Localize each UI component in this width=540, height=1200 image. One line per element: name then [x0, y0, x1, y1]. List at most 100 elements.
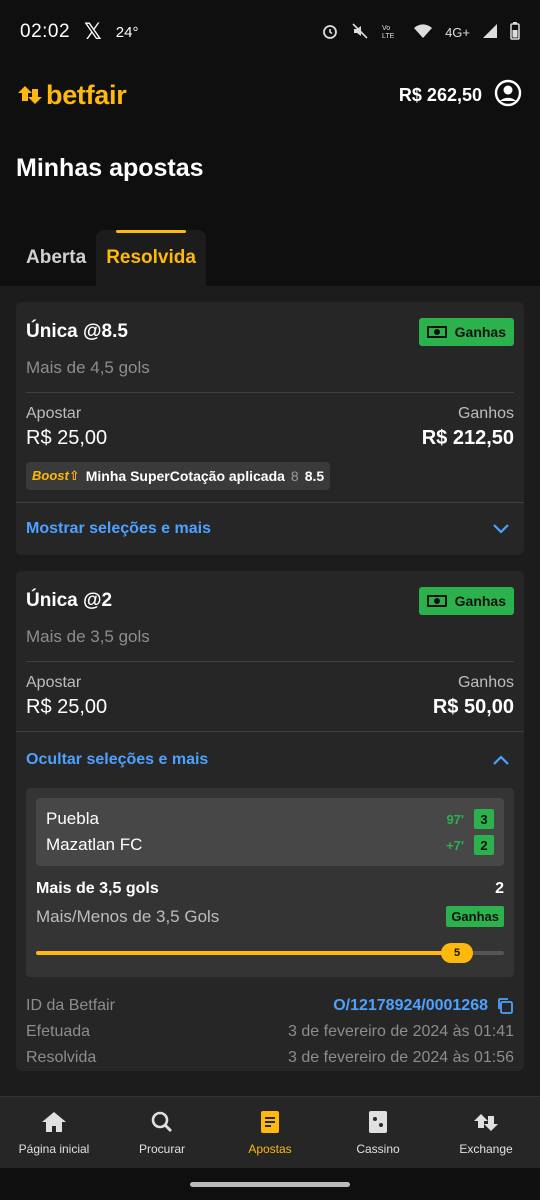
nav-home[interactable]: Página inicial	[0, 1097, 108, 1168]
svg-text:LTE: LTE	[382, 33, 395, 40]
tab-open[interactable]: Aberta	[16, 230, 96, 286]
winnings-value: R$ 50,00	[432, 696, 514, 718]
bet-title: Única @2	[26, 590, 113, 611]
bet-tabs: Aberta Resolvida	[0, 230, 540, 286]
team-row-home: Puebla 97' 3	[46, 806, 494, 832]
network-label: 4G+	[445, 24, 470, 40]
temperature: 24°	[115, 23, 139, 41]
meta-row-id: ID da Betfair O/12178924/0001268	[26, 993, 514, 1019]
meta-label: ID da Betfair	[26, 997, 115, 1014]
match-time: 97'	[446, 811, 464, 827]
cash-icon	[426, 595, 447, 607]
meta-row-placed: Efetuada 3 de fevereiro de 2024 às 01:41	[26, 1019, 514, 1045]
team-name: Puebla	[46, 809, 99, 828]
gesture-area	[0, 1168, 540, 1200]
tab-resolved[interactable]: Resolvida	[96, 230, 206, 286]
nav-label: Página inicial	[18, 1141, 90, 1156]
selection-status-badge: Ganhas	[446, 906, 504, 927]
alarm-icon	[321, 22, 339, 43]
progress-knob: 5	[441, 943, 473, 963]
show-selections-toggle[interactable]: Mostrar seleções e mais	[16, 503, 524, 555]
boost-chip: Boost⇧ Minha SuperCotação aplicada 8 8.5	[26, 462, 331, 490]
scoreboard[interactable]: Puebla 97' 3 Mazatlan FC +7' 2	[36, 798, 504, 866]
nav-label: Cassino	[356, 1141, 400, 1156]
selection-details: Puebla 97' 3 Mazatlan FC +7' 2 Mais de 3…	[26, 788, 514, 977]
team-score: 3	[474, 809, 494, 829]
app-header: betfair R$ 262,50	[0, 64, 540, 126]
toggle-label: Ocultar seleções e mais	[26, 751, 209, 768]
nav-search[interactable]: Procurar	[108, 1097, 216, 1168]
winnings-label: Ganhos	[457, 405, 514, 422]
progress-fill	[36, 951, 457, 955]
copy-icon[interactable]	[496, 997, 514, 1015]
svg-text:Vo: Vo	[382, 25, 390, 32]
status-badge: Ganhas	[418, 318, 514, 346]
search-icon	[151, 1111, 172, 1132]
wifi-icon	[413, 23, 433, 42]
account-icon[interactable]	[494, 79, 522, 112]
x-app-icon: 𝕏	[84, 19, 102, 44]
page-title: Minhas apostas	[16, 154, 204, 182]
betfair-logo[interactable]: betfair	[16, 79, 127, 111]
nav-casino[interactable]: Cassino	[324, 1097, 432, 1168]
boost-new-odds: 8.5	[304, 468, 325, 484]
meta-value: 3 de fevereiro de 2024 às 01:41	[288, 1023, 514, 1040]
winnings-label: Ganhos	[457, 674, 514, 691]
goals-progress-bar: 5	[36, 943, 504, 963]
nav-label: Procurar	[138, 1141, 185, 1156]
market-selection: Mais de 3,5 gols	[36, 880, 159, 897]
betfair-id-link[interactable]: O/12178924/0001268	[333, 997, 514, 1015]
stake-value: R$ 25,00	[26, 427, 108, 449]
bottom-navigation: Página inicial Procurar Apostas Cassino …	[0, 1096, 540, 1168]
cash-icon	[426, 326, 447, 338]
bet-card: Única @2 Ganhas Mais de 3,5 gols Apostar…	[16, 571, 524, 1071]
nav-label: Apostas	[248, 1141, 292, 1156]
toggle-label: Mostrar seleções e mais	[26, 520, 211, 537]
casino-icon	[369, 1110, 387, 1133]
status-label: Ganhas	[454, 593, 506, 609]
boost-tag: Boost⇧	[32, 468, 80, 483]
exchange-icon	[474, 1113, 498, 1131]
bet-title: Única @8.5	[26, 321, 128, 342]
team-name: Mazatlan FC	[46, 835, 143, 854]
selection-odds: 2	[495, 880, 504, 897]
meta-label: Resolvida	[26, 1049, 97, 1066]
hide-selections-toggle[interactable]: Ocultar seleções e mais	[16, 732, 524, 788]
status-bar: 02:02 𝕏 24° Vo LTE 4G+	[0, 0, 540, 64]
boost-text: Minha SuperCotação aplicada	[85, 468, 285, 484]
added-time: +7'	[446, 837, 464, 853]
bet-selection: Mais de 4,5 gols	[26, 358, 150, 377]
gesture-handle[interactable]	[190, 1182, 350, 1187]
stake-label: Apostar	[26, 405, 82, 422]
chevron-up-icon	[493, 755, 509, 765]
status-badge: Ganhas	[418, 587, 514, 615]
nav-bets[interactable]: Apostas	[216, 1097, 324, 1168]
bet-meta: ID da Betfair O/12178924/0001268 Efetuad…	[16, 993, 524, 1071]
stake-value: R$ 25,00	[26, 696, 108, 718]
winnings-value: R$ 212,50	[421, 427, 514, 449]
clock: 02:02	[20, 21, 71, 42]
mute-icon	[351, 22, 369, 43]
home-icon	[42, 1111, 66, 1132]
battery-icon	[510, 21, 520, 43]
boost-old-odds: 8	[290, 468, 299, 484]
meta-label: Efetuada	[26, 1023, 91, 1040]
chevron-down-icon	[493, 524, 509, 534]
stake-label: Apostar	[26, 674, 82, 691]
brand-name: betfair	[46, 79, 127, 110]
team-score: 2	[474, 835, 494, 855]
signal-icon	[482, 23, 498, 42]
team-row-away: Mazatlan FC +7' 2	[46, 832, 494, 858]
bet-card: Única @8.5 Ganhas Mais de 4,5 gols Apost…	[16, 302, 524, 555]
bet-selection: Mais de 3,5 gols	[26, 627, 150, 646]
status-label: Ganhas	[454, 324, 506, 340]
bets-icon	[261, 1110, 279, 1133]
bets-list: Única @8.5 Ganhas Mais de 4,5 gols Apost…	[0, 286, 540, 1106]
nav-exchange[interactable]: Exchange	[432, 1097, 540, 1168]
meta-value: 3 de fevereiro de 2024 às 01:56	[288, 1049, 514, 1066]
meta-row-settled: Resolvida 3 de fevereiro de 2024 às 01:5…	[26, 1045, 514, 1071]
volte-icon: Vo LTE	[381, 22, 401, 43]
market-type: Mais/Menos de 3,5 Gols	[36, 906, 220, 926]
account-balance[interactable]: R$ 262,50	[399, 85, 482, 106]
nav-label: Exchange	[459, 1141, 513, 1156]
